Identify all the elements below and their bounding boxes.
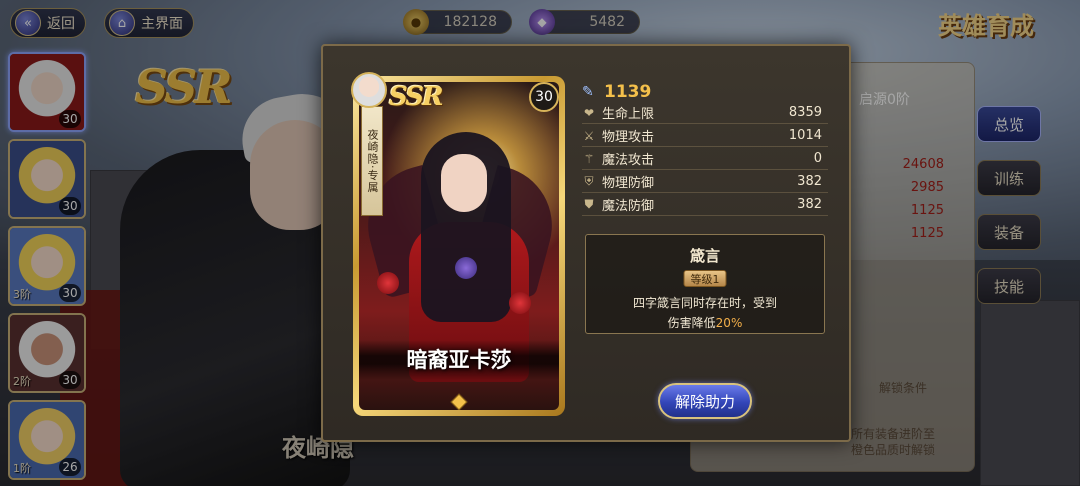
exclusive-tag: 夜崎隐·专属 [361,106,383,216]
magic-shield-icon: ⛊ [584,197,594,211]
stat-row-physical-attack: ⚔ 物理攻击 1014 [582,125,828,147]
stat-row-magic-attack: ⚚ 魔法攻击 0 [582,148,828,170]
card-level: 30 [529,82,559,112]
rose-decoration [377,272,399,294]
owner-avatar [351,72,387,108]
effect-desc-line: 四字箴言同时存在时，受到 [632,296,777,310]
stat-value: 0 [813,151,822,166]
wand-icon: ⚚ [583,151,595,166]
stat-name: 物理防御 [602,176,655,191]
effect-title: 箴言 [689,247,720,265]
card-rarity: SSR [389,82,444,112]
stat-value: 8359 [788,105,822,120]
support-card: 暗裔亚卡莎 SSR 30 夜崎隐·专属 [351,72,565,416]
shield-icon: ⛨ [584,174,594,188]
effect-desc-text: 伤害降低 [667,316,716,330]
power-value: 1139 [604,82,652,102]
stat-value: 1014 [788,128,822,143]
card-name: 暗裔亚卡莎 [406,347,512,372]
stat-row-hp: ❤ 生命上限 8359 [582,102,828,124]
stat-value: 382 [797,174,822,189]
stat-name: 生命上限 [602,107,655,122]
support-card-modal: 暗裔亚卡莎 SSR 30 夜崎隐·专属 ✎ 1139 ❤ 生命上限 8359 ⚔… [321,44,851,442]
heart-icon: ❤ [583,105,595,120]
effect-box: 箴言 等级1 四字箴言同时存在时，受到 伤害降低20% [585,234,825,334]
stat-name: 魔法防御 [602,199,655,214]
card-artwork: 暗裔亚卡莎 [359,82,559,410]
stat-row-magic-defense: ⛊ 魔法防御 382 [582,194,828,216]
effect-highlight-value: 20% [715,316,743,330]
effect-desc-line: 伤害降低20% [596,313,814,333]
power-icon: ✎ [582,84,594,100]
card-figure-face [441,154,487,212]
rose-decoration [455,257,477,279]
effect-description: 四字箴言同时存在时，受到 伤害降低20% [596,293,814,333]
stat-row-physical-defense: ⛨ 物理防御 382 [582,171,828,193]
stat-name: 魔法攻击 [602,153,655,168]
effect-level-badge: 等级1 [683,270,727,287]
power-row: ✎ 1139 [582,82,651,102]
release-support-button[interactable]: 解除助力 [658,383,752,419]
stat-value: 382 [797,197,822,212]
rose-decoration [509,292,531,314]
stat-name: 物理攻击 [602,130,655,145]
sword-icon: ⚔ [583,128,595,143]
